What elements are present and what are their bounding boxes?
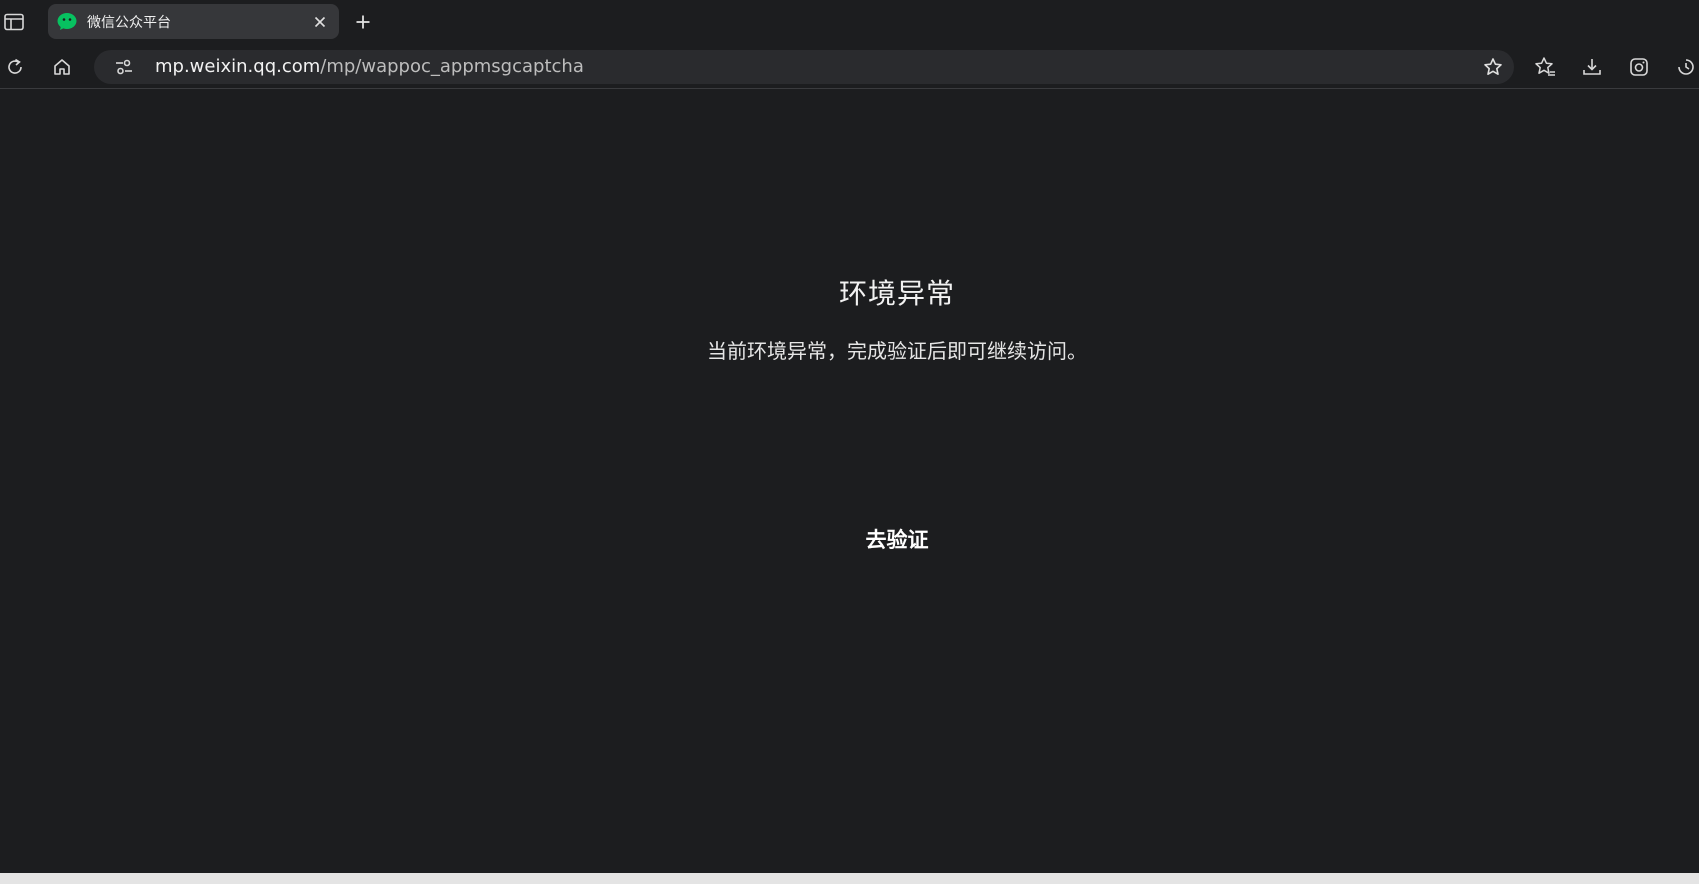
url-text[interactable]: mp.weixin.qq.com/mp/wappoc_appmsgcaptcha	[155, 50, 584, 84]
favorites-icon[interactable]	[1534, 56, 1556, 78]
screenshot-icon[interactable]	[1628, 56, 1650, 78]
history-icon[interactable]	[1675, 56, 1697, 78]
url-path: /mp/wappoc_appmsgcaptcha	[320, 56, 584, 77]
bottom-strip	[0, 873, 1699, 884]
downloads-icon[interactable]	[1581, 56, 1603, 78]
tab-wechat-mp[interactable]: 微信公众平台	[48, 4, 339, 39]
page-description: 当前环境异常，完成验证后即可继续访问。	[707, 339, 1087, 363]
wechat-icon	[57, 12, 79, 32]
tab-close-icon[interactable]	[311, 13, 329, 31]
verify-button[interactable]: 去验证	[767, 511, 1027, 567]
page-title: 环境异常	[838, 277, 955, 310]
sidebar-toggle-icon[interactable]	[4, 12, 24, 32]
address-bar[interactable]: mp.weixin.qq.com/mp/wappoc_appmsgcaptcha	[94, 50, 1514, 84]
tab-strip: 微信公众平台	[0, 0, 1699, 44]
new-tab-icon[interactable]	[351, 10, 375, 34]
tab-title: 微信公众平台	[87, 14, 171, 31]
favorite-star-icon[interactable]	[1482, 56, 1504, 78]
page-content: 环境异常 当前环境异常，完成验证后即可继续访问。 去验证	[0, 89, 1699, 873]
home-icon[interactable]	[51, 56, 73, 78]
url-host: mp.weixin.qq.com	[155, 56, 321, 77]
site-info-icon[interactable]	[114, 57, 134, 77]
browser-toolbar: mp.weixin.qq.com/mp/wappoc_appmsgcaptcha	[0, 44, 1699, 89]
reload-icon[interactable]	[4, 56, 26, 78]
browser-window: 微信公众平台 mp.weixin.qq.com/mp/wappoc_appmsg…	[0, 0, 1699, 884]
